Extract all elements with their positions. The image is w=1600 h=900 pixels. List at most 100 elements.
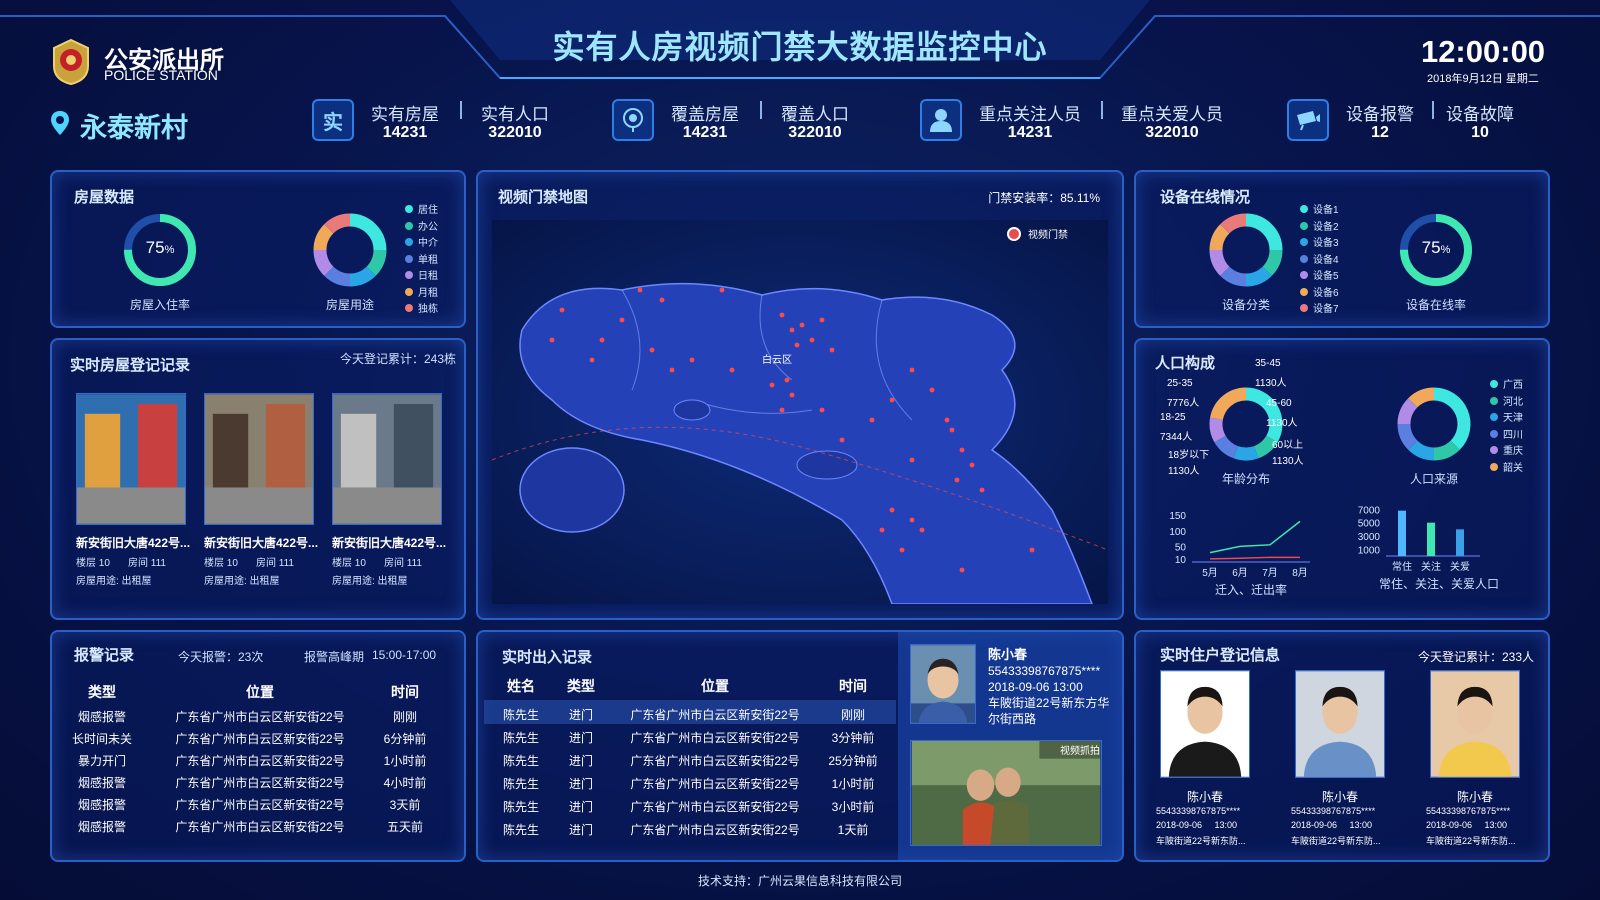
device-online-value: 75% (1421, 238, 1451, 257)
camera-dot (959, 447, 965, 453)
resident-time: 2018-09-06 13:00 (1426, 820, 1508, 830)
device-legend-item: 设备5 (1300, 269, 1339, 286)
y-tick-label: 7000 (1358, 505, 1381, 516)
legend-label: 设备4 (1313, 254, 1339, 266)
page-title: 实有人房视频门禁大数据监控中心 (552, 29, 1048, 65)
alarm-cell: 五天前 (386, 820, 423, 834)
house-floor: 楼层 10 (76, 558, 110, 569)
district-map[interactable]: 视频门禁 白云区 (492, 220, 1108, 604)
date: 2018年9月12日 星期二 (1427, 73, 1539, 85)
donut-slice (313, 249, 334, 276)
stat-label: 设备报警 (1346, 105, 1414, 124)
access-cell: 陈先生 (502, 800, 539, 814)
legend-dot-icon (405, 287, 413, 296)
camera-dot (794, 342, 800, 348)
house-name: 新安街旧大唐422号... (76, 536, 191, 550)
occupancy-label: 房屋入住率 (129, 298, 190, 312)
resident-photo[interactable] (1295, 670, 1385, 778)
y-tick-label: 50 (1175, 542, 1187, 553)
x-tick-label: 关注 (1421, 560, 1441, 573)
legend-label: 设备2 (1313, 221, 1339, 233)
house-usage-legend: 居住 办公 中介 单租 日租 月租 独栋 (405, 203, 438, 319)
camera-dot (909, 367, 915, 373)
person-photo[interactable] (910, 644, 976, 724)
source-legend: 广西 河北 天津 四川 重庆 韶关 (1490, 378, 1523, 477)
alarm-cell: 烟感报警 (77, 710, 126, 724)
alarm-cell: 烟感报警 (77, 776, 126, 790)
access-cell: 3分钟前 (831, 731, 875, 745)
y-tick-label: 150 (1169, 511, 1186, 522)
donut-slice (349, 266, 376, 287)
source-legend-item: 河北 (1490, 395, 1523, 412)
stat-value: 14231 (1007, 124, 1053, 141)
panel-title: 房屋数据 (74, 189, 135, 206)
access-cell: 广东省广州市白云区新安街22号 (630, 754, 800, 768)
legend-dot-icon (1300, 271, 1308, 279)
legend-label: 办公 (418, 221, 438, 233)
usage-legend-item: 中介 (405, 236, 438, 253)
occupancy-value: 75% (145, 238, 175, 257)
house-photo[interactable] (204, 393, 314, 525)
legend-dot-icon (1300, 304, 1308, 312)
camera-dot (619, 317, 625, 323)
device-legend-item: 设备2 (1300, 220, 1339, 237)
alarm-cell: 暴力开门 (77, 754, 126, 768)
panel-title: 实时出入记录 (502, 649, 593, 666)
age-label: 7344人 (1160, 432, 1193, 443)
resident-photo[interactable] (1430, 670, 1520, 778)
camera-dot (1029, 547, 1035, 553)
access-cell: 25分钟前 (828, 754, 878, 768)
person-icon (920, 99, 962, 141)
legend-dot-icon (405, 205, 413, 213)
usage-legend-item: 居住 (405, 203, 438, 220)
camera-dot (979, 487, 985, 493)
legend-label: 独栋 (418, 304, 438, 315)
house-photo[interactable] (76, 393, 186, 525)
legend-dot-icon (1300, 205, 1308, 213)
access-cell: 进门 (568, 708, 593, 722)
house-use: 房屋用途: 出租屋 (76, 576, 152, 587)
bar (1456, 529, 1464, 556)
camera-icon (1287, 99, 1329, 141)
alarm-peak-time: 15:00-17:00 (372, 648, 437, 662)
access-cell: 广东省广州市白云区新安街22号 (630, 823, 800, 837)
camera-dot (779, 312, 785, 318)
access-cell: 广东省广州市白云区新安街22号 (630, 708, 800, 722)
house-use: 房屋用途: 出租屋 (332, 576, 408, 587)
chart-title: 常住、关注、关爱人口 (1379, 576, 1499, 591)
house-use: 房屋用途: 出租屋 (204, 576, 280, 587)
camera-dot (949, 427, 955, 433)
legend-dot-icon (1300, 238, 1308, 246)
camera-dot (889, 397, 895, 403)
source-donut (1397, 387, 1471, 461)
alarm-cell: 广东省广州市白云区新安街22号 (175, 732, 345, 746)
device-legend-item: 设备1 (1300, 203, 1339, 220)
legend-label: 月租 (418, 287, 438, 299)
location-name: 永泰新村 (80, 113, 188, 143)
access-cell: 广东省广州市白云区新安街22号 (630, 777, 800, 791)
source-legend-item: 广西 (1490, 378, 1523, 395)
access-cell: 陈先生 (502, 731, 539, 745)
stat-value: 12 (1371, 124, 1389, 141)
donut-slice (1214, 435, 1239, 459)
alarm-peak-label: 报警高峰期 (304, 650, 365, 664)
house-photo[interactable] (332, 393, 442, 525)
camera-dot (659, 297, 665, 303)
camera-dot (909, 517, 915, 523)
source-legend-item: 四川 (1490, 428, 1523, 445)
alarm-cell: 刚刚 (392, 710, 417, 724)
population-bar-chart: 7000 5000 3000 1000 常住 关注 关爱常住、关注、关爱人口 (1358, 505, 1499, 591)
device-class-label: 设备分类 (1221, 298, 1270, 312)
camera-dot (909, 457, 915, 463)
alarm-cell: 烟感报警 (77, 798, 126, 812)
legend-label: 日租 (418, 271, 438, 282)
camera-dot (819, 407, 825, 413)
map-district-label: 白云区 (762, 353, 792, 366)
resident-time: 2018-09-06 13:00 (1156, 820, 1238, 830)
donut-slice (1433, 387, 1471, 450)
camera-dot (869, 417, 875, 423)
resident-photo[interactable] (1160, 670, 1250, 778)
legend-label: 广西 (1503, 380, 1523, 391)
device-legend-item: 设备6 (1300, 286, 1339, 303)
resident-name: 陈小春 (1321, 790, 1358, 804)
